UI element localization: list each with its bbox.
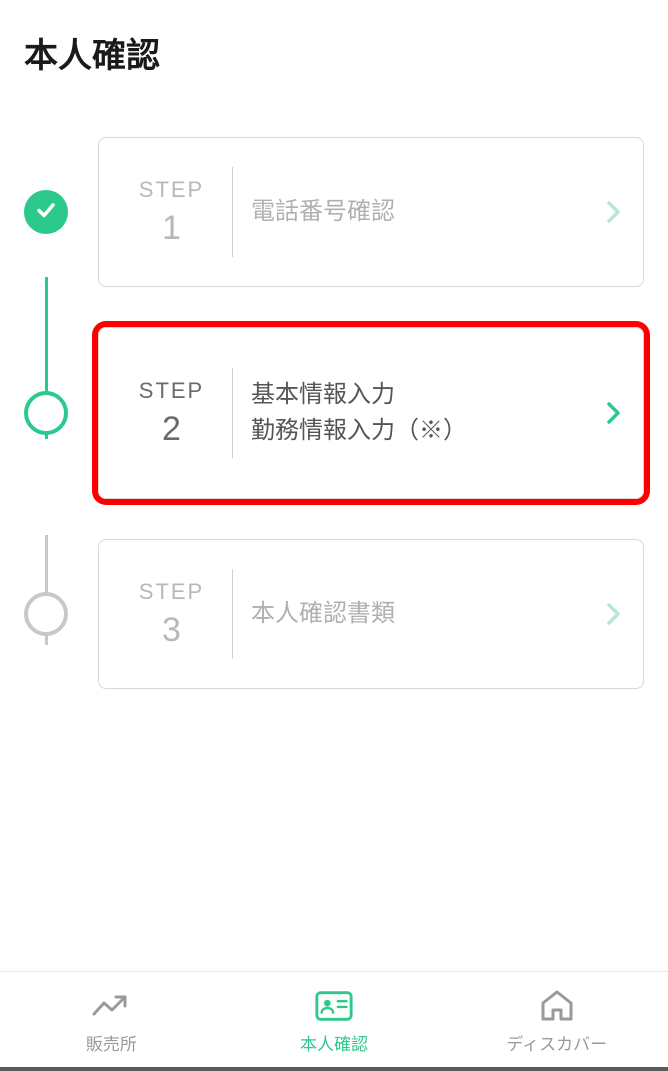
step-label-number: 3 bbox=[119, 611, 224, 650]
step-label-number: 2 bbox=[119, 410, 224, 449]
check-icon bbox=[34, 198, 58, 227]
page-title: 本人確認 bbox=[0, 0, 668, 77]
home-icon bbox=[537, 988, 577, 1024]
nav-item-identity[interactable]: 本人確認 bbox=[223, 972, 446, 1071]
step-title-line: 勤務情報入力（※） bbox=[251, 413, 605, 449]
step-indicator-completed bbox=[24, 190, 68, 234]
step-label-number: 1 bbox=[119, 209, 224, 248]
nav-label: ディスカバー bbox=[506, 1030, 607, 1055]
step-card-basic-info[interactable]: STEP 2 基本情報入力 勤務情報入力（※） bbox=[98, 327, 644, 499]
chevron-right-icon bbox=[605, 203, 623, 221]
trend-icon bbox=[91, 988, 131, 1024]
steps-list: STEP 1 電話番号確認 STEP 2 基本情報入力 勤務情報入力（※） bbox=[0, 77, 668, 689]
step-row: STEP 1 電話番号確認 bbox=[24, 137, 644, 287]
step-card-documents[interactable]: STEP 3 本人確認書類 bbox=[98, 539, 644, 689]
id-card-icon bbox=[314, 988, 354, 1024]
chevron-right-icon bbox=[605, 605, 623, 623]
step-label-text: STEP bbox=[119, 177, 224, 203]
bottom-nav: 販売所 本人確認 ディスカバー bbox=[0, 971, 668, 1071]
divider bbox=[232, 368, 233, 458]
step-indicator-current bbox=[24, 391, 68, 435]
step-label: STEP 3 bbox=[119, 579, 224, 650]
bottom-edge bbox=[0, 1067, 668, 1071]
step-label: STEP 1 bbox=[119, 177, 224, 248]
step-row: STEP 3 本人確認書類 bbox=[24, 539, 644, 689]
nav-label: 販売所 bbox=[86, 1030, 137, 1055]
step-title: 本人確認書類 bbox=[251, 596, 605, 632]
divider bbox=[232, 569, 233, 659]
step-label-text: STEP bbox=[119, 378, 224, 404]
step-indicator-pending bbox=[24, 592, 68, 636]
step-card-phone-verification[interactable]: STEP 1 電話番号確認 bbox=[98, 137, 644, 287]
nav-label: 本人確認 bbox=[300, 1030, 368, 1055]
nav-item-discover[interactable]: ディスカバー bbox=[445, 972, 668, 1071]
step-row: STEP 2 基本情報入力 勤務情報入力（※） bbox=[24, 327, 644, 499]
chevron-right-icon bbox=[605, 404, 623, 422]
step-label-text: STEP bbox=[119, 579, 224, 605]
step-title: 電話番号確認 bbox=[251, 194, 605, 230]
step-title: 基本情報入力 勤務情報入力（※） bbox=[251, 377, 605, 449]
step-label: STEP 2 bbox=[119, 378, 224, 449]
nav-item-market[interactable]: 販売所 bbox=[0, 972, 223, 1071]
divider bbox=[232, 167, 233, 257]
step-title-line: 基本情報入力 bbox=[251, 377, 605, 413]
